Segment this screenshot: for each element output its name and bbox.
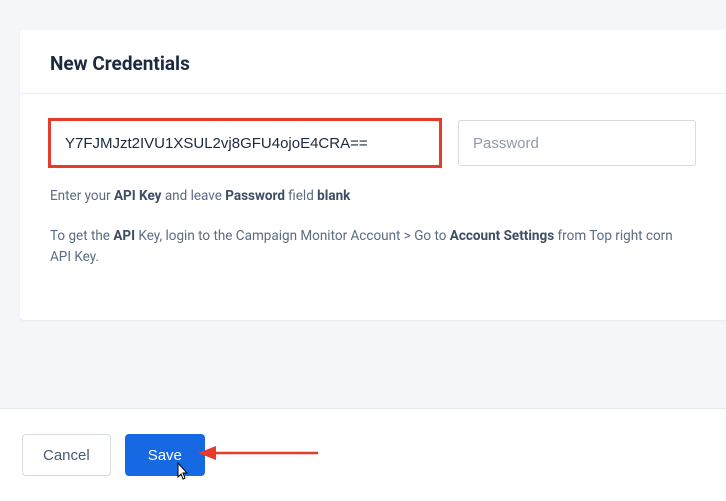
save-button-label: Save [148,447,182,464]
arrow-annotation [198,441,318,465]
save-button[interactable]: Save [125,434,205,476]
footer: Cancel Save [0,408,726,501]
credentials-card: New Credentials Enter your API Key and l… [20,30,726,320]
hint-2: To get the API Key, login to the Campaig… [50,226,696,269]
api-key-input[interactable] [50,120,440,166]
api-key-field-wrap [50,120,440,166]
card-header: New Credentials [20,30,726,94]
card-title: New Credentials [50,52,696,75]
password-field-wrap [458,120,696,166]
cursor-icon [174,461,190,481]
cancel-button[interactable]: Cancel [22,434,111,476]
input-row [50,120,696,166]
password-input[interactable] [458,120,696,166]
card-body: Enter your API Key and leave Password fi… [20,94,726,269]
hint-1: Enter your API Key and leave Password fi… [50,186,696,208]
